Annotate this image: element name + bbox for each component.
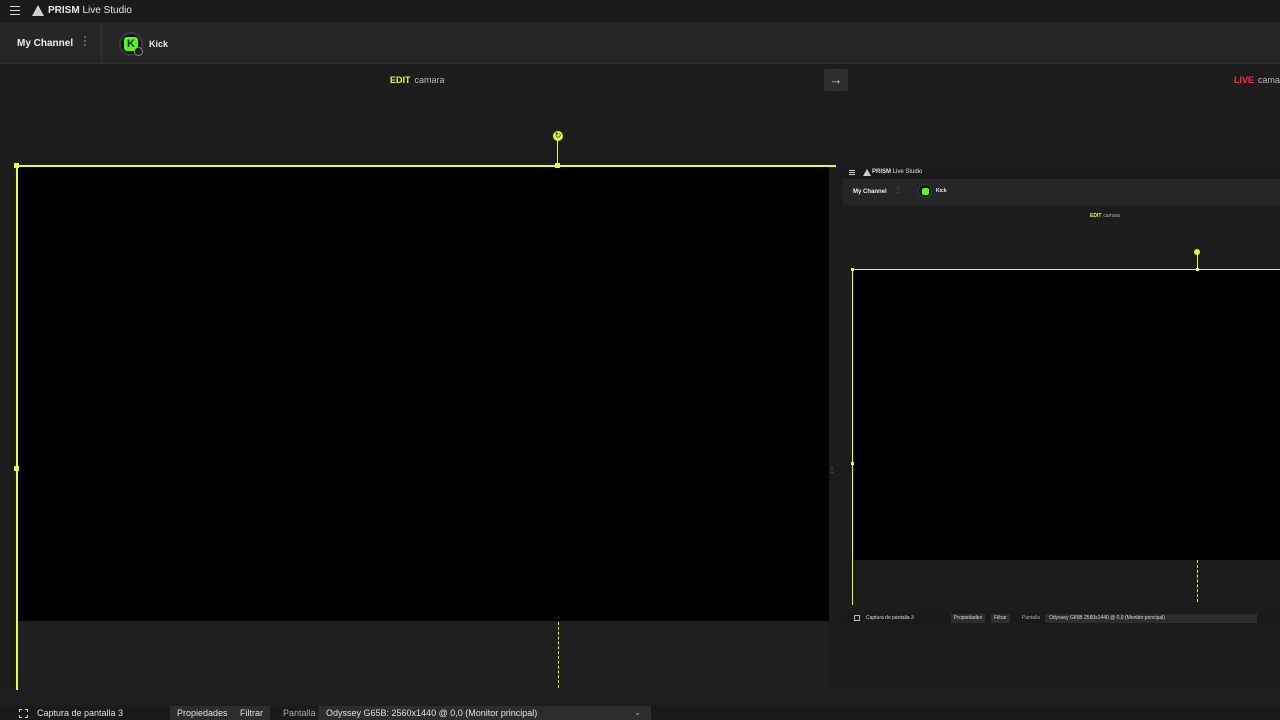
edit-tag: EDIT <box>390 75 411 85</box>
mini-rotation-stem <box>1197 254 1198 269</box>
mini-selection-left <box>852 269 853 605</box>
mini-edit-label: EDIT camara <box>1090 213 1121 219</box>
app-title: PRISM Live Studio <box>48 5 132 16</box>
mini-kick-label: Kick <box>936 188 947 194</box>
display-select[interactable]: Odyssey G65B: 2560x1440 @ 0,0 (Monitor p… <box>318 706 651 720</box>
live-scene-label: LIVE cama <box>1234 75 1280 85</box>
mini-rotate-icon <box>1194 249 1200 255</box>
properties-button[interactable]: Propiedades <box>170 706 235 720</box>
mini-center-guide <box>1197 560 1198 602</box>
hamburger-menu-icon[interactable] <box>10 6 20 16</box>
more-options-icon[interactable] <box>83 36 87 50</box>
edit-preview-canvas[interactable] <box>17 166 829 621</box>
mini-filter-button: Filtrar <box>991 614 1010 623</box>
mini-prism-logo-icon <box>863 169 871 176</box>
mini-hamburger-icon <box>849 170 855 176</box>
screen-capture-icon <box>19 709 28 718</box>
mini-source-name: Captura de pantalla 3 <box>866 615 914 621</box>
mini-kick-avatar <box>918 184 932 198</box>
mini-canvas <box>854 270 1280 560</box>
title-bar: PRISM Live Studio <box>0 0 1280 22</box>
live-tag: LIVE <box>1234 75 1255 85</box>
kick-channel-avatar[interactable]: K <box>119 32 143 56</box>
mini-handle <box>851 462 854 465</box>
splitter-handle-icon[interactable]: ⋮ <box>829 467 836 474</box>
rotate-handle-icon[interactable]: ↻ <box>553 131 563 141</box>
transition-arrow-button[interactable]: → <box>824 69 848 91</box>
source-bar: Captura de pantalla 3 Propiedades Filtra… <box>0 706 1280 720</box>
center-guide-line <box>558 622 559 688</box>
resize-handle-middle-left[interactable] <box>14 466 19 471</box>
chevron-down-icon: ⌄ <box>634 708 641 717</box>
channel-name[interactable]: My Channel <box>17 38 73 49</box>
prism-logo-icon <box>32 5 44 16</box>
kick-channel-label: Kick <box>149 39 169 49</box>
source-bar-spacer <box>0 690 1280 706</box>
channel-status-icon <box>134 47 143 56</box>
mini-capture-icon <box>854 615 860 621</box>
edit-scene-name: camara <box>414 75 445 85</box>
mini-display-select: Odyssey G65B 2560x1440 @ 0,0 (Monitor pr… <box>1045 614 1257 623</box>
mini-channel-name: My Channel <box>853 189 887 195</box>
scene-header: EDIT camara → LIVE cama <box>0 65 1280 96</box>
filter-button[interactable]: Filtrar <box>233 706 270 720</box>
resize-handle-top-left[interactable] <box>14 163 19 168</box>
mini-app-title: PRISM Live Studio <box>872 169 923 175</box>
mini-properties-button: Propiedades <box>951 614 986 623</box>
mini-scene-header: EDIT camara <box>843 206 1280 226</box>
mini-title-bar: PRISM Live Studio <box>843 166 1280 179</box>
rotation-stem <box>557 140 558 165</box>
mini-display-label: Pantalla <box>1022 615 1041 621</box>
selection-left-edge[interactable] <box>16 165 18 691</box>
live-preview-canvas[interactable]: PRISM Live Studio My Channel ⋮ Kick EDIT… <box>843 166 1280 626</box>
mini-source-bar: Captura de pantalla 3 Propiedades Filtra… <box>843 612 1280 626</box>
mini-channel-bar: My Channel ⋮ Kick <box>843 179 1280 205</box>
live-scene-name: cama <box>1258 75 1280 85</box>
mini-handle <box>851 268 854 271</box>
divider <box>101 22 102 64</box>
mini-selection-top <box>853 269 1280 270</box>
mini-handle <box>1196 268 1199 271</box>
channel-bar: My Channel K Kick <box>0 22 1280 64</box>
edit-scene-label: EDIT camara <box>390 75 445 85</box>
selection-top-edge[interactable] <box>17 165 836 167</box>
canvas-lower-region <box>17 621 829 691</box>
display-label: Pantalla <box>283 708 316 718</box>
display-select-value: Odyssey G65B: 2560x1440 @ 0,0 (Monitor p… <box>326 708 538 718</box>
mini-more-icon: ⋮ <box>895 188 901 194</box>
source-name: Captura de pantalla 3 <box>37 708 124 718</box>
